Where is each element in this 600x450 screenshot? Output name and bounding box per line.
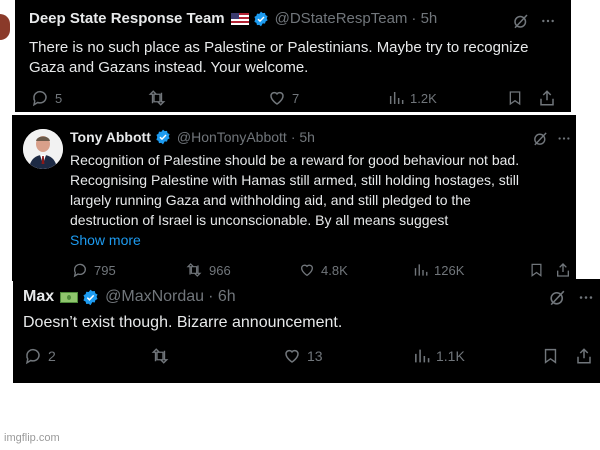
like-count: 13 — [307, 348, 323, 364]
heart-icon — [285, 349, 299, 363]
tweet-text: There is no such place as Palestine or P… — [29, 38, 528, 78]
reply-icon — [32, 90, 47, 107]
verified-badge-icon — [156, 129, 170, 145]
show-more-link[interactable]: Show more — [70, 230, 519, 250]
grok-icon[interactable] — [512, 12, 530, 30]
views-button[interactable]: 1.2K — [388, 89, 437, 107]
avatar-photo-icon — [23, 129, 63, 169]
tweet-text-line: Recognition of Palestine should be a rew… — [70, 152, 520, 168]
tweet-actions: 2 13 1.1K — [13, 346, 600, 366]
tweet-text-line: Gaza and Gazans instead. Your welcome. — [29, 59, 309, 76]
reply-icon — [25, 348, 40, 365]
verified-badge-icon — [254, 11, 268, 26]
more-options-icon[interactable] — [577, 289, 595, 306]
author-handle[interactable]: @HonTonyAbbott — [177, 129, 287, 145]
tweet-text-line: There is no such place as Palestine or P… — [29, 39, 529, 56]
heart-icon — [270, 91, 284, 105]
avatar[interactable] — [0, 14, 10, 40]
author-name[interactable]: Deep State Response Team — [29, 10, 225, 27]
reply-button[interactable]: 2 — [24, 347, 56, 365]
views-chart-icon — [414, 264, 428, 276]
share-icon[interactable] — [538, 89, 556, 107]
views-button[interactable]: 1.1K — [413, 347, 465, 365]
tweet-actions: 795 966 4.8K 126K — [12, 261, 576, 279]
bookmark-icon[interactable] — [542, 347, 559, 365]
retweet-icon — [148, 90, 166, 106]
author-name[interactable]: Max — [23, 288, 54, 306]
tweet-text-line: Recognising Palestine with Hamas still a… — [70, 172, 519, 188]
us-flag-icon — [230, 12, 249, 25]
tweet-actions: 5 7 1.2K — [15, 88, 571, 108]
heart-icon — [300, 264, 314, 277]
avatar[interactable] — [23, 129, 63, 169]
views-chart-icon — [389, 92, 404, 104]
tweet-time: · 5h — [290, 129, 315, 145]
grok-icon[interactable] — [532, 130, 549, 147]
views-count: 1.2K — [410, 90, 437, 106]
tweet-text-line: destruction of Israel is unconscionable.… — [70, 212, 449, 228]
retweet-icon — [151, 348, 169, 364]
retweet-button[interactable] — [150, 347, 170, 365]
retweet-button[interactable] — [147, 89, 167, 107]
author-handle[interactable]: @MaxNordau — [105, 288, 204, 306]
bookmark-icon[interactable] — [529, 262, 544, 278]
more-options-icon[interactable] — [556, 131, 572, 146]
reply-count: 5 — [55, 90, 63, 106]
like-button[interactable]: 7 — [268, 89, 299, 107]
tweet-deep-state[interactable]: Deep State Response Team @DStateRespTeam… — [15, 0, 571, 112]
like-count: 4.8K — [321, 262, 348, 278]
views-count: 1.1K — [436, 348, 465, 364]
tweet-max[interactable]: Max @MaxNordau · 6h Doesn’t exist though… — [13, 279, 600, 383]
views-button[interactable]: 126K — [413, 262, 464, 278]
reply-button[interactable]: 795 — [72, 262, 116, 278]
retweet-icon — [186, 263, 202, 277]
tweet-header: Tony Abbott @HonTonyAbbott · 5h — [70, 129, 315, 145]
reply-count: 2 — [48, 348, 56, 364]
author-handle[interactable]: @DStateRespTeam — [275, 10, 408, 27]
reply-button[interactable]: 5 — [31, 89, 62, 107]
watermark: imgflip.com — [4, 432, 60, 444]
share-icon[interactable] — [555, 262, 571, 278]
tweet-header: Deep State Response Team @DStateRespTeam… — [29, 10, 437, 27]
grok-icon[interactable] — [548, 288, 567, 307]
tweet-text-line: Doesn’t exist though. Bizarre announceme… — [23, 314, 343, 331]
like-count: 7 — [292, 90, 300, 106]
reply-icon — [73, 263, 86, 278]
tweet-text: Doesn’t exist though. Bizarre announceme… — [23, 313, 342, 333]
bookmark-icon[interactable] — [507, 89, 523, 107]
share-icon[interactable] — [575, 347, 593, 365]
tweet-header: Max @MaxNordau · 6h — [23, 288, 236, 306]
verified-badge-icon — [83, 289, 98, 305]
views-count: 126K — [434, 262, 465, 278]
retweet-button[interactable]: 966 — [185, 262, 231, 278]
more-options-icon[interactable] — [539, 13, 557, 29]
author-name[interactable]: Tony Abbott — [70, 129, 151, 145]
tweet-tony-abbott[interactable]: Tony Abbott @HonTonyAbbott · 5h Recognit… — [12, 115, 576, 281]
reply-count: 795 — [94, 262, 116, 278]
tweet-text: Recognition of Palestine should be a rew… — [70, 150, 519, 250]
tweet-time: · 6h — [208, 288, 236, 305]
like-button[interactable]: 4.8K — [299, 262, 348, 278]
retweet-count: 966 — [209, 262, 231, 278]
tweet-text-line: largely running Gaza and withholding aid… — [70, 192, 471, 208]
like-button[interactable]: 13 — [283, 347, 323, 365]
money-icon — [60, 291, 79, 303]
tweet-time: · 5h — [411, 10, 438, 27]
views-chart-icon — [415, 349, 430, 363]
